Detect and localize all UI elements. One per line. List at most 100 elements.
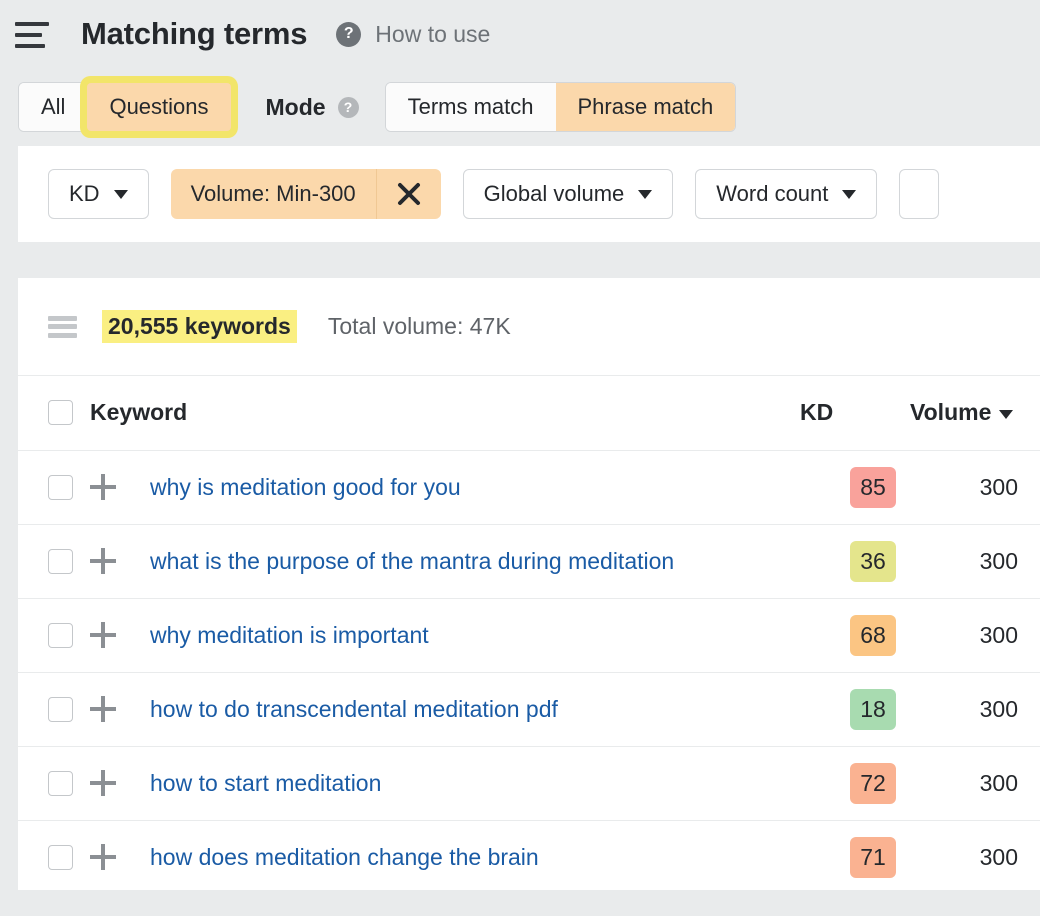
th-volume-label: Volume <box>910 399 991 425</box>
row-kd-cell: 85 <box>800 450 910 524</box>
filter-word-count-label: Word count <box>716 181 828 207</box>
plus-icon[interactable] <box>90 844 116 870</box>
row-keyword-cell: why meditation is important <box>138 598 800 672</box>
match-mode-toggle: Terms match Phrase match <box>385 82 737 132</box>
th-keyword[interactable]: Keyword <box>90 376 800 450</box>
keyword-count: 20,555 keywords <box>102 310 297 343</box>
mode-help-icon[interactable]: ? <box>338 97 359 118</box>
kd-badge: 85 <box>850 467 896 508</box>
chevron-down-icon <box>842 190 856 199</box>
plus-icon[interactable] <box>90 696 116 722</box>
row-keyword-cell: how does meditation change the brain <box>138 820 800 890</box>
how-to-use-link[interactable]: How to use <box>375 21 490 48</box>
list-bar-2 <box>48 324 77 329</box>
filter-kd-dropdown[interactable]: KD <box>48 169 149 219</box>
row-checkbox[interactable] <box>48 475 73 500</box>
table-body: why is meditation good for you 85 300 what … <box>18 450 1040 890</box>
row-select-cell <box>18 746 90 820</box>
row-add-cell <box>90 820 138 890</box>
table-header-row: Keyword KD Volume <box>18 376 1040 450</box>
row-kd-cell: 68 <box>800 598 910 672</box>
results-summary: 20,555 keywords Total volume: 47K <box>18 278 1040 376</box>
row-checkbox[interactable] <box>48 771 73 796</box>
kd-badge: 72 <box>850 763 896 804</box>
row-select-cell <box>18 524 90 598</box>
page-title: Matching terms <box>81 16 307 52</box>
select-all-cell <box>18 376 90 450</box>
row-checkbox[interactable] <box>48 623 73 648</box>
filter-volume-chip: Volume: Min-300 <box>171 169 441 219</box>
filter-volume-label[interactable]: Volume: Min-300 <box>171 181 376 207</box>
filter-kd-label: KD <box>69 181 100 207</box>
row-volume-cell: 300 <box>910 820 1040 890</box>
row-checkbox[interactable] <box>48 549 73 574</box>
chevron-down-icon <box>638 190 652 199</box>
table-row: what is the purpose of the mantra during… <box>18 524 1040 598</box>
row-kd-cell: 18 <box>800 672 910 746</box>
row-checkbox[interactable] <box>48 845 73 870</box>
row-volume-cell: 300 <box>910 524 1040 598</box>
kd-badge: 68 <box>850 615 896 656</box>
table-head: Keyword KD Volume <box>18 376 1040 450</box>
table-row: why is meditation good for you85300 <box>18 450 1040 524</box>
row-keyword-cell: how to start meditation <box>138 746 800 820</box>
row-kd-cell: 72 <box>800 746 910 820</box>
filter-word-count-dropdown[interactable]: Word count <box>695 169 877 219</box>
filter-bar: KD Volume: Min-300 Global volume Word co… <box>18 146 1040 242</box>
mode-label: Mode <box>266 94 326 121</box>
kd-badge: 18 <box>850 689 896 730</box>
th-volume[interactable]: Volume <box>910 376 1040 450</box>
row-add-cell <box>90 598 138 672</box>
row-add-cell <box>90 672 138 746</box>
kd-badge: 71 <box>850 837 896 878</box>
kd-badge: 36 <box>850 541 896 582</box>
tabs-row: All Questions Mode ? Terms match Phrase … <box>0 68 1040 146</box>
app-header: Matching terms ? How to use <box>0 0 1040 68</box>
row-select-cell <box>18 820 90 890</box>
plus-icon[interactable] <box>90 770 116 796</box>
hamburger-bar-2 <box>15 33 42 37</box>
filter-overflow-dropdown[interactable] <box>899 169 939 219</box>
tab-terms-match[interactable]: Terms match <box>386 83 556 131</box>
tab-phrase-match[interactable]: Phrase match <box>556 83 736 131</box>
keyword-link[interactable]: why is meditation good for you <box>150 474 461 500</box>
table-row: how to start meditation 72 300 <box>18 746 1040 820</box>
row-add-cell <box>90 746 138 820</box>
filter-global-volume-label: Global volume <box>484 181 625 207</box>
table-row: why meditation is important 68 300 <box>18 598 1040 672</box>
keyword-type-toggle: All Questions <box>18 82 232 132</box>
keyword-link[interactable]: how to start meditation <box>150 770 381 796</box>
keywords-table: Keyword KD Volume why is meditation good… <box>18 376 1040 890</box>
table-row: how to do transcendental meditation pdf 1… <box>18 672 1040 746</box>
row-checkbox[interactable] <box>48 697 73 722</box>
hamburger-bar-3 <box>15 44 45 48</box>
row-add-cell <box>90 524 138 598</box>
chevron-down-icon <box>114 190 128 199</box>
tab-questions[interactable]: Questions <box>87 83 230 131</box>
keyword-link[interactable]: how to do transcendental meditation pdf <box>150 696 558 722</box>
row-volume-cell: 300 <box>910 672 1040 746</box>
row-volume-cell: 300 <box>910 598 1040 672</box>
plus-icon[interactable] <box>90 474 116 500</box>
keyword-link[interactable]: why meditation is important <box>150 622 429 648</box>
table-row: how does meditation change the brain 71 30… <box>18 820 1040 890</box>
select-all-checkbox[interactable] <box>48 400 73 425</box>
filter-global-volume-dropdown[interactable]: Global volume <box>463 169 674 219</box>
row-add-cell <box>90 450 138 524</box>
plus-icon[interactable] <box>90 622 116 648</box>
list-icon[interactable] <box>48 316 77 338</box>
help-icon[interactable]: ? <box>336 22 361 47</box>
keyword-link[interactable]: how does meditation change the brain <box>150 844 539 870</box>
list-bar-3 <box>48 333 77 338</box>
row-volume-cell: 300 <box>910 746 1040 820</box>
row-keyword-cell: why is meditation good for you <box>138 450 800 524</box>
row-kd-cell: 71 <box>800 820 910 890</box>
row-select-cell <box>18 672 90 746</box>
plus-icon[interactable] <box>90 548 116 574</box>
row-keyword-cell: how to do transcendental meditation pdf <box>138 672 800 746</box>
tab-all[interactable]: All <box>19 83 87 131</box>
th-kd[interactable]: KD <box>800 376 910 450</box>
keyword-link[interactable]: what is the purpose of the mantra during… <box>150 548 674 574</box>
hamburger-icon[interactable] <box>15 20 49 48</box>
close-icon[interactable] <box>376 169 441 219</box>
